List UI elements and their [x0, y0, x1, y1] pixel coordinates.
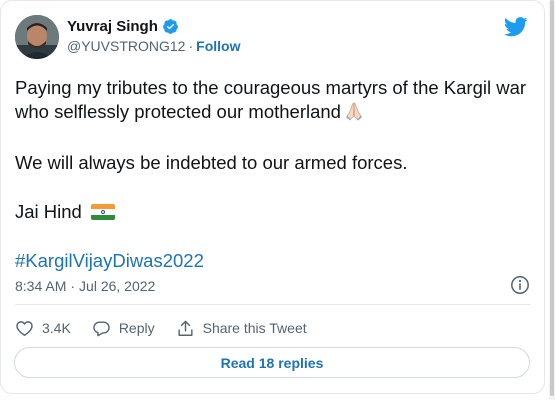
verified-badge-icon: [162, 18, 179, 35]
heart-icon: [16, 320, 33, 336]
reply-bubble-icon: [93, 320, 110, 336]
author-handle[interactable]: @YUVSTRONG12: [67, 38, 185, 54]
tweet-date: Jul 26, 2022: [79, 278, 156, 294]
folded-hands-emoji: [344, 101, 364, 127]
like-button[interactable]: 3.4K: [15, 319, 71, 338]
tweet-actions: 3.4K Reply Share this Tweet: [15, 317, 328, 339]
tweet-text: Paying my tributes to the courageous mar…: [15, 76, 532, 273]
tweet-timestamp[interactable]: 8:34 AM · Jul 26, 2022: [15, 278, 155, 294]
share-icon: [178, 320, 193, 336]
timestamp-separator: ·: [70, 278, 76, 294]
follow-button[interactable]: Follow: [196, 38, 240, 54]
author-name[interactable]: Yuvraj Singh: [67, 18, 158, 35]
tweet-card: Yuvraj Singh @YUVSTRONG12 · Follow Paying …: [0, 0, 545, 394]
info-icon[interactable]: [510, 275, 530, 295]
reply-button[interactable]: Reply: [92, 319, 155, 338]
read-replies-button[interactable]: Read 18 replies: [14, 347, 530, 378]
tweet-paragraph-3: Jai Hind: [15, 201, 82, 222]
handle-separator: ·: [188, 38, 194, 54]
india-flag-emoji: [90, 204, 115, 220]
avatar[interactable]: [15, 15, 59, 59]
tweet-paragraph-1: Paying my tributes to the courageous mar…: [15, 77, 527, 122]
tweet-paragraph-2: We will always be indebted to our armed …: [15, 152, 408, 173]
reply-label: Reply: [118, 320, 155, 336]
share-label: Share this Tweet: [202, 320, 307, 336]
scrollbar-thumb[interactable]: [550, 0, 554, 396]
share-button[interactable]: Share this Tweet: [176, 319, 307, 338]
author-block: Yuvraj Singh @YUVSTRONG12 · Follow: [67, 18, 240, 54]
tweet-header: Yuvraj Singh @YUVSTRONG12 · Follow: [15, 15, 530, 63]
scrollbar[interactable]: [549, 0, 555, 400]
tweet-time: 8:34 AM: [15, 278, 67, 294]
like-count: 3.4K: [42, 320, 71, 336]
divider: [15, 304, 530, 305]
hashtag-link[interactable]: #KargilVijayDiwas2022: [15, 250, 204, 271]
twitter-bird-icon[interactable]: [503, 17, 528, 37]
